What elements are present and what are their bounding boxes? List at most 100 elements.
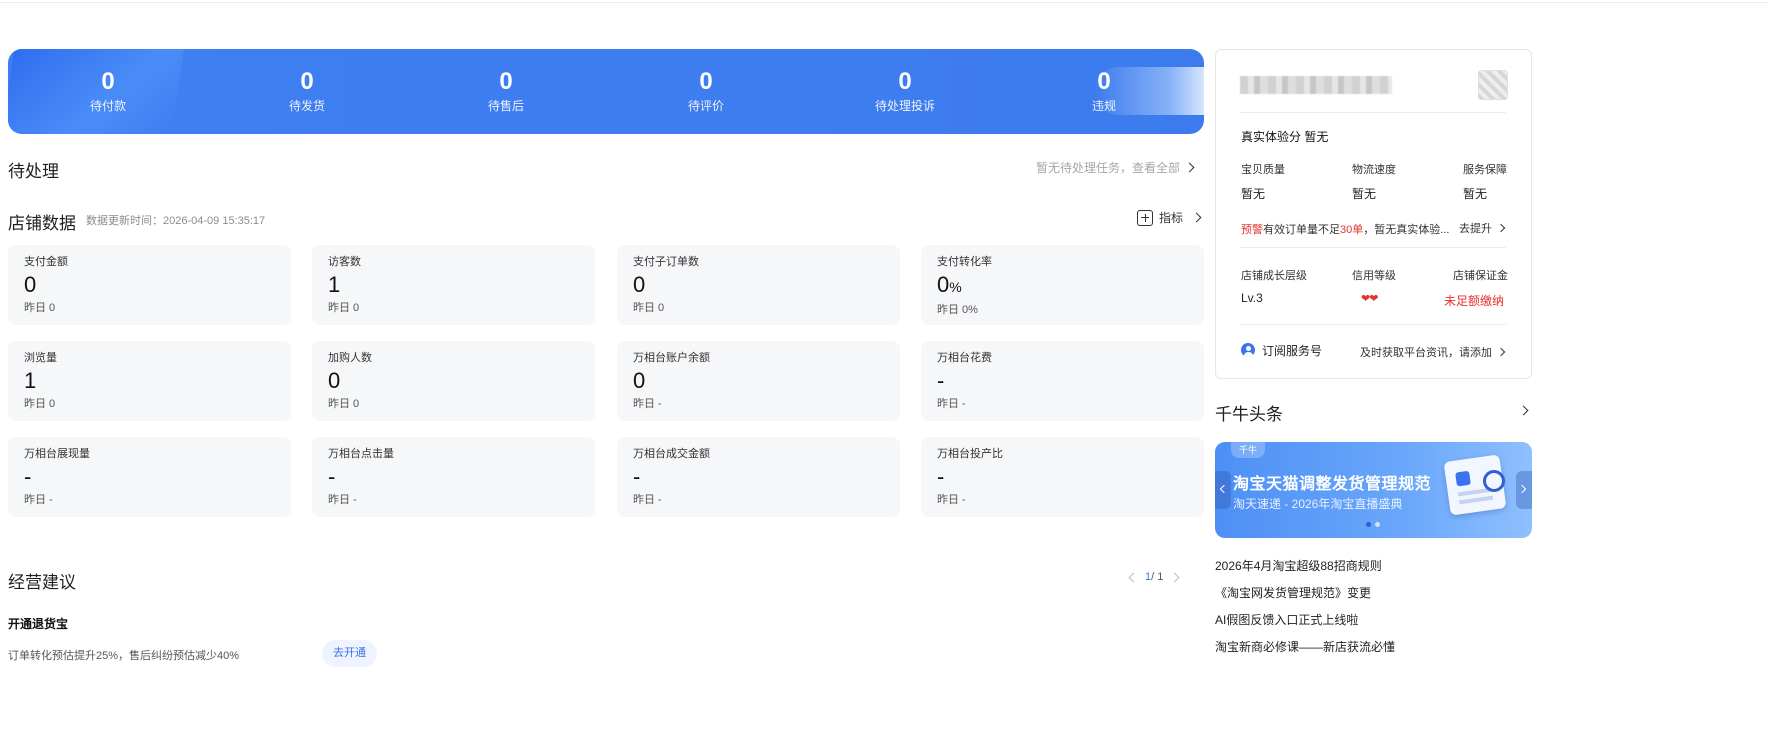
view-all-pending-link[interactable]: 暂无待处理任务，查看全部: [1036, 159, 1195, 176]
subscribe-desc: 及时获取平台资讯，请添加: [1360, 347, 1492, 359]
metric-value: 0%: [937, 271, 1188, 301]
metric-title: 支付转化率: [937, 256, 992, 268]
metric-title: 万相台展现量: [24, 448, 90, 460]
carousel-dot[interactable]: [1366, 522, 1371, 527]
metric-yesterday: 昨日 0%: [937, 304, 978, 316]
pager-current: 1/ 1: [1145, 571, 1163, 583]
chevron-right-icon: [1496, 223, 1506, 233]
metric-card-paid-suborders[interactable]: 支付子订单数 0 昨日 0: [617, 245, 900, 325]
metric-card-visitors[interactable]: 访客数 1 昨日 0: [312, 245, 595, 325]
view-all-pending-text: 暂无待处理任务，查看全部: [1036, 161, 1181, 175]
carousel-headline: 淘宝天猫调整发货管理规范: [1233, 476, 1432, 493]
warning-text: 有效订单量不足: [1263, 224, 1340, 236]
stat-pending-complaints[interactable]: 0 待处理投诉: [825, 67, 985, 115]
shop-data-title: 店铺数据: [8, 214, 76, 233]
metric-value: -: [328, 464, 336, 489]
metric-yesterday: 昨日 0: [328, 302, 360, 314]
news-item[interactable]: 《淘宝网发货管理规范》变更: [1215, 584, 1371, 601]
divider: [1240, 112, 1506, 113]
metric-label-service: 服务保障: [1463, 164, 1507, 176]
metric-value: 0: [24, 272, 37, 297]
metric-yesterday: 昨日 -: [633, 398, 662, 410]
metric-value-quality: 暂无: [1241, 187, 1266, 201]
metric-value: -: [937, 464, 945, 489]
indicator-label: 指标: [1159, 211, 1184, 225]
metric-title: 万相台点击量: [328, 448, 394, 460]
stat-pending-shipment[interactable]: 0 待发货: [227, 67, 387, 115]
metric-card-ad-gmv[interactable]: 万相台成交金额 - 昨日 -: [617, 437, 900, 517]
metric-value-logistics: 暂无: [1352, 187, 1377, 201]
carousel-subtitle: 淘天速递 - 2026年淘宝直播盛典: [1233, 497, 1403, 511]
chevron-right-icon: [1496, 347, 1506, 357]
metric-yesterday: 昨日 0: [328, 398, 360, 410]
metric-card-ad-balance[interactable]: 万相台账户余额 0 昨日 -: [617, 341, 900, 421]
metric-yesterday: 昨日 -: [937, 494, 966, 506]
stat-value: 0: [499, 68, 513, 95]
metric-label-quality: 宝贝质量: [1241, 164, 1285, 176]
activate-button[interactable]: 去开通: [322, 640, 377, 667]
metric-card-payment-amount[interactable]: 支付金额 0 昨日 0: [8, 245, 291, 325]
news-item[interactable]: 淘宝新商必修课——新店获流必懂: [1215, 638, 1395, 655]
indicator-settings-button[interactable]: 指标: [1137, 209, 1202, 226]
metric-title: 支付子订单数: [633, 256, 699, 268]
stat-label: 待售后: [487, 99, 524, 113]
metric-title: 万相台花费: [937, 352, 992, 364]
metric-value: 0: [328, 368, 341, 393]
metric-yesterday: 昨日 -: [24, 494, 53, 506]
news-carousel[interactable]: 千牛 淘宝天猫调整发货管理规范 淘天速递 - 2026年淘宝直播盛典: [1215, 442, 1532, 538]
metric-card-pageviews[interactable]: 浏览量 1 昨日 0: [8, 341, 291, 421]
divider: [1240, 247, 1506, 248]
stat-pending-review[interactable]: 0 待评价: [626, 67, 786, 115]
shop-name-blurred: [1240, 76, 1392, 94]
pager-total: / 1: [1151, 571, 1164, 583]
advice-title: 经营建议: [8, 573, 76, 592]
user-circle-icon: [1241, 343, 1255, 357]
carousel-next-button[interactable]: [1516, 471, 1532, 509]
stat-value: 0: [699, 68, 713, 95]
qianniu-brand-tag: 千牛: [1231, 442, 1266, 458]
next-page-icon[interactable]: [1169, 572, 1180, 582]
metric-value: -: [24, 464, 32, 489]
warning-message: 预警有效订单量不足30单，暂无真实体验...: [1241, 221, 1449, 237]
carousel-prev-button[interactable]: [1215, 471, 1231, 509]
metric-unit: %: [949, 279, 962, 295]
subscribe-link[interactable]: 及时获取平台资讯，请添加: [1360, 344, 1506, 360]
warning-text-2: ，暂无真实体验...: [1363, 224, 1450, 236]
carousel-dot[interactable]: [1375, 522, 1380, 527]
metric-value: -: [937, 368, 945, 393]
stat-violations[interactable]: 0 违规: [1024, 67, 1184, 115]
stat-label: 待发货: [288, 99, 325, 113]
chevron-right-icon[interactable]: [1518, 405, 1529, 416]
news-item[interactable]: 2026年4月淘宝超级88招商规则: [1215, 557, 1382, 574]
shop-avatar[interactable]: [1478, 70, 1508, 100]
stat-label: 待处理投诉: [874, 99, 935, 113]
news-item[interactable]: AI假图反馈入口正式上线啦: [1215, 611, 1358, 628]
chevron-right-icon: [1191, 212, 1202, 223]
metric-card-ad-spend[interactable]: 万相台花费 - 昨日 -: [921, 341, 1204, 421]
metric-card-ad-roi[interactable]: 万相台投产比 - 昨日 -: [921, 437, 1204, 517]
plus-square-icon: [1137, 209, 1153, 226]
growth-value: Lv.3: [1241, 291, 1263, 305]
stat-pending-aftersale[interactable]: 0 待售后: [426, 67, 586, 115]
metric-card-add-to-cart[interactable]: 加购人数 0 昨日 0: [312, 341, 595, 421]
experience-score[interactable]: 真实体验分 暂无: [1241, 128, 1328, 145]
deposit-value[interactable]: 未足额缴纳: [1444, 292, 1504, 309]
advice-pager: 1/ 1: [1128, 571, 1180, 583]
experience-label: 真实体验分: [1241, 130, 1302, 144]
stat-pending-payment[interactable]: 0 待付款: [28, 67, 188, 115]
pending-title: 待处理: [8, 162, 59, 181]
metric-card-conversion-rate[interactable]: 支付转化率 0% 昨日 0%: [921, 245, 1204, 325]
metric-card-ad-clicks[interactable]: 万相台点击量 - 昨日 -: [312, 437, 595, 517]
metric-value-service: 暂无: [1463, 187, 1488, 201]
improve-link[interactable]: 去提升: [1459, 220, 1506, 236]
stat-value: 0: [101, 68, 115, 95]
metric-title: 万相台账户余额: [633, 352, 710, 364]
metric-title: 支付金额: [24, 256, 68, 268]
metric-card-ad-impressions[interactable]: 万相台展现量 - 昨日 -: [8, 437, 291, 517]
news-title: 千牛头条: [1215, 405, 1283, 424]
subscribe-label: 订阅服务号: [1262, 344, 1323, 358]
prev-page-icon[interactable]: [1128, 572, 1139, 582]
order-status-banner: 0 待付款 0 待发货 0 待售后 0 待评价 0 待处理投诉 0 违规: [8, 49, 1204, 134]
update-time: 数据更新时间：2026-04-09 15:35:17: [86, 215, 266, 227]
top-divider: [0, 0, 1768, 3]
